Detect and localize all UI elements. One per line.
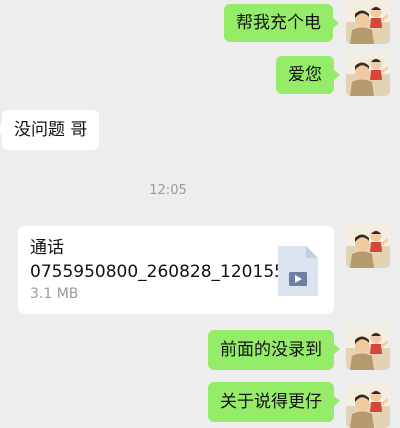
file-message-card[interactable]: 通话 0755950800_260828_120155. 3.1 MB [18,226,334,314]
message-text: 没问题 哥 [14,120,88,140]
video-file-icon [278,246,318,296]
message-text: 前面的没录到 [220,340,322,360]
message-bubble-sent[interactable]: 爱您 [276,56,340,94]
message-bubble-sent[interactable]: 帮我充个电 [224,4,339,42]
avatar[interactable] [346,224,390,268]
avatar-image-icon [346,326,390,370]
avatar-image-icon [346,52,390,96]
message-text: 帮我充个电 [236,13,321,33]
message-timestamp: 12:05 [149,183,187,198]
message-bubble-sent[interactable]: 前面的没录到 [208,330,340,370]
file-name-line2: 0755950800_260828_120155. [30,262,291,282]
message-text: 爱您 [288,65,322,85]
avatar[interactable] [346,52,390,96]
message-bubble-sent[interactable]: 关于说得更仔 [208,382,340,422]
avatar-image-icon [346,224,390,268]
message-bubble-received[interactable]: 没问题 哥 [0,110,100,150]
file-size: 3.1 MB [30,286,79,302]
message-text: 关于说得更仔 [220,392,322,412]
file-name-line1: 通话 [30,238,64,258]
avatar-image-icon [346,384,390,428]
avatar[interactable] [346,326,390,370]
avatar-image-icon [346,0,390,44]
avatar[interactable] [346,384,390,428]
avatar[interactable] [346,0,390,44]
file-name: 通话 0755950800_260828_120155. [30,236,291,284]
